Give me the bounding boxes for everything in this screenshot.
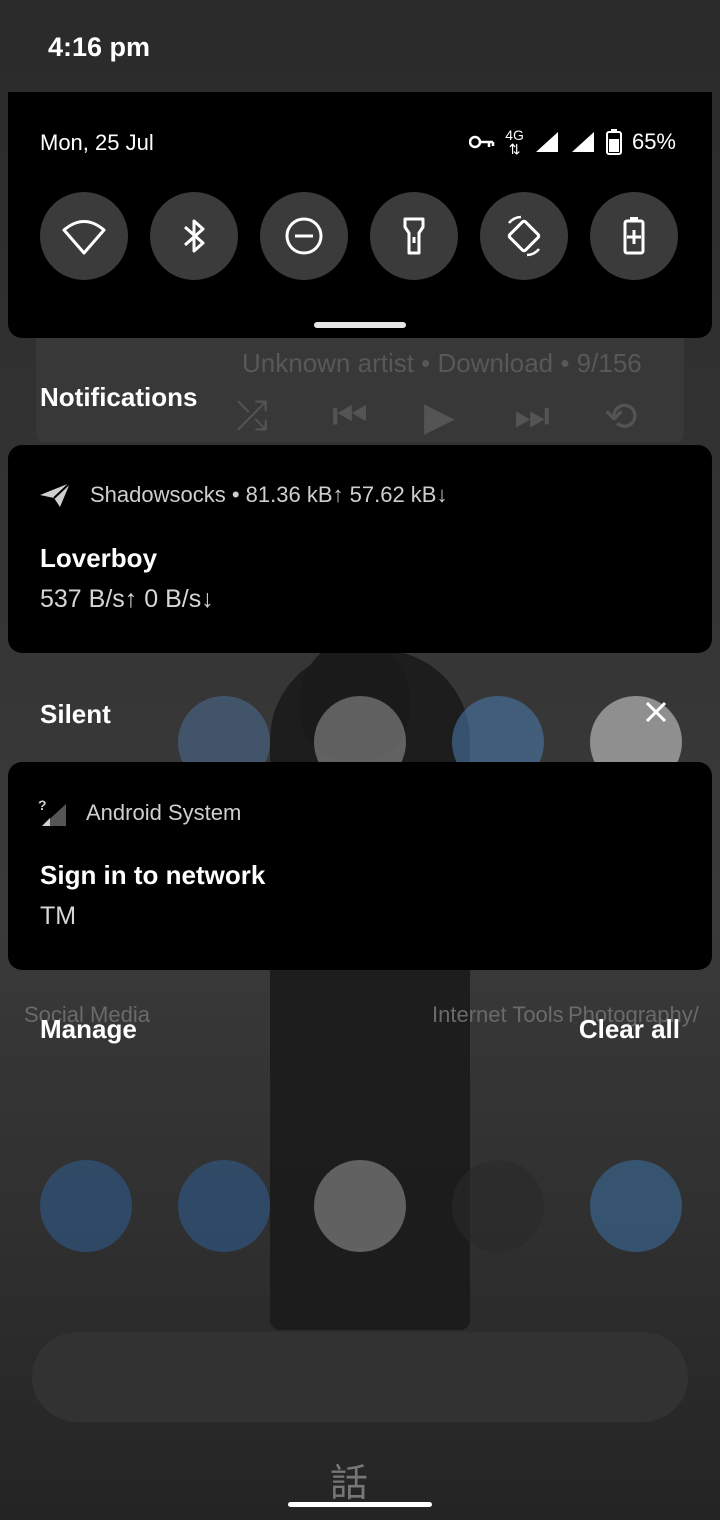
quick-settings-panel: Mon, 25 Jul 4G ⇅ 65% xyxy=(8,92,712,338)
auto-rotate-tile[interactable] xyxy=(480,192,568,280)
bluetooth-tile[interactable] xyxy=(150,192,238,280)
messages-icon xyxy=(178,1160,270,1252)
chrome-icon xyxy=(452,1160,544,1252)
play-store-icon xyxy=(314,1160,406,1252)
battery-saver-tile[interactable] xyxy=(590,192,678,280)
notification-app-name: Shadowsocks • 81.36 kB↑ 57.62 kB↓ xyxy=(90,482,447,508)
panel-drag-handle[interactable] xyxy=(314,322,406,328)
notification-text: 537 B/s↑ 0 B/s↓ xyxy=(40,585,214,613)
auto-rotate-icon xyxy=(507,215,541,257)
search-bar xyxy=(32,1332,688,1422)
clear-all-button[interactable]: Clear all xyxy=(579,1014,680,1045)
home-indicator[interactable] xyxy=(288,1502,432,1507)
folder-label: Internet Tools xyxy=(432,1002,564,1027)
flashlight-icon xyxy=(403,217,425,255)
do-not-disturb-icon xyxy=(285,217,323,255)
media-subtitle: Unknown artist • Download • 9/156 xyxy=(242,348,642,378)
app-name-text: Shadowsocks xyxy=(90,482,226,507)
signal-question-icon: ? xyxy=(38,798,66,826)
svg-text:?: ? xyxy=(38,798,47,813)
flashlight-tile[interactable] xyxy=(370,192,458,280)
network-type-icon: 4G ⇅ xyxy=(505,127,524,157)
battery-percent: 65% xyxy=(631,129,676,154)
notification-header: ? Android System xyxy=(38,798,241,828)
network-type-label: 4G xyxy=(505,127,524,143)
paper-plane-icon xyxy=(40,482,71,507)
battery-saver-icon xyxy=(623,217,645,255)
play-icon: ▶ xyxy=(424,395,455,439)
notification-title: Sign in to network xyxy=(40,860,266,890)
repeat-icon: ⟲ xyxy=(604,395,638,439)
signal-icon xyxy=(571,132,594,152)
wifi-icon xyxy=(62,220,106,255)
date-label: Mon, 25 Jul xyxy=(40,130,154,155)
signal-icon xyxy=(535,132,558,152)
notification-header: Shadowsocks • 81.36 kB↑ 57.62 kB↓ xyxy=(38,481,447,509)
close-icon[interactable] xyxy=(642,698,670,726)
status-time: 4:16 pm xyxy=(48,32,151,62)
manage-button[interactable]: Manage xyxy=(40,1014,137,1045)
wifi-tile[interactable] xyxy=(40,192,128,280)
do-not-disturb-tile[interactable] xyxy=(260,192,348,280)
notification-meta: • 81.36 kB↑ 57.62 kB↓ xyxy=(225,482,448,507)
phone-icon xyxy=(40,1160,132,1252)
camera-icon xyxy=(590,1160,682,1252)
notification-text: TM xyxy=(40,902,77,930)
notification-card-shadowsocks[interactable]: Shadowsocks • 81.36 kB↑ 57.62 kB↓ Loverb… xyxy=(8,445,712,653)
silent-header: Silent xyxy=(40,699,111,729)
bluetooth-icon xyxy=(184,219,205,253)
app-logo-icon: 話 xyxy=(330,1461,369,1505)
status-icons: 4G ⇅ 65% xyxy=(469,128,676,156)
next-icon: ⏭ xyxy=(514,394,550,438)
vpn-key-icon xyxy=(469,135,495,149)
notification-app-name: Android System xyxy=(86,800,242,825)
notification-title: Loverboy xyxy=(40,543,158,573)
shuffle-icon: ⤮ xyxy=(236,394,268,438)
previous-icon: ⏮ xyxy=(332,394,368,438)
notifications-header: Notifications xyxy=(40,382,198,412)
notification-card-android-system[interactable]: ? Android System Sign in to network TM xyxy=(8,762,712,970)
battery-icon xyxy=(605,129,622,155)
